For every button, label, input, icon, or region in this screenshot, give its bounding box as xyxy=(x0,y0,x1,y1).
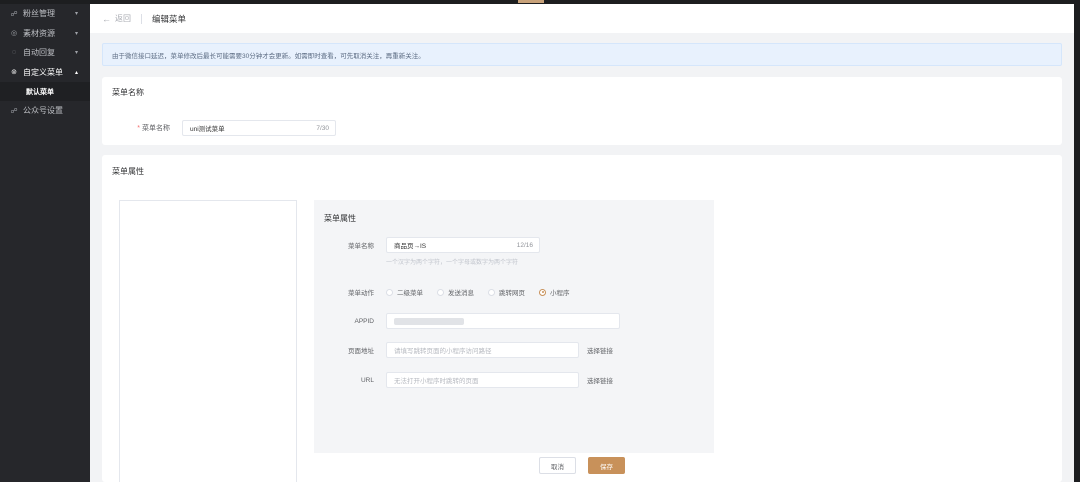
radio-circle xyxy=(386,288,393,296)
panel-title: 菜单属性 xyxy=(324,214,356,223)
input-value: uni测试菜单 xyxy=(190,126,225,133)
radio-mini-program[interactable]: 小程序 xyxy=(539,287,570,297)
page-title: 编辑菜单 xyxy=(152,13,187,24)
sidebar-item-label: 自定义菜单 xyxy=(23,67,63,77)
divider xyxy=(141,13,142,24)
save-button[interactable]: 保存 xyxy=(588,457,625,474)
back-button[interactable]: ← 返回 xyxy=(102,13,131,24)
field-label: 菜单动作 xyxy=(348,290,374,297)
radio-label: 二级菜单 xyxy=(397,290,423,297)
appid-input[interactable] xyxy=(386,313,620,329)
sidebar-item-label: 公众号设置 xyxy=(23,106,63,116)
alert-text: 由于微信接口延迟，菜单修改后最长可能需要30分钟才会更新。如需即时查看，可先取消… xyxy=(112,52,425,60)
radio-circle xyxy=(437,288,444,296)
sidebar-item-custom-menu[interactable]: ⊚ 自定义菜单 ▴ xyxy=(0,63,90,83)
menu-name-card: 菜单名称 * 菜单名称 uni测试菜单 7/30 xyxy=(102,77,1062,145)
chevron-down-icon: ▾ xyxy=(74,30,78,37)
sidebar-item-label: 自动回复 xyxy=(23,48,55,58)
cancel-button[interactable]: 取消 xyxy=(539,457,576,474)
chat-icon: ◌ xyxy=(11,49,17,57)
char-count: 12/16 xyxy=(516,241,533,249)
field-label: URL xyxy=(360,376,374,384)
radio-label: 发送消息 xyxy=(448,290,474,297)
sidebar-item-label: 粉丝管理 xyxy=(23,9,55,19)
redacted-value xyxy=(394,317,464,325)
image-icon: ◎ xyxy=(10,30,18,38)
sidebar-item-account-settings[interactable]: ☍ 公众号设置 xyxy=(0,101,90,121)
required-mark: * xyxy=(137,125,140,132)
sidebar-item-auto-reply[interactable]: ◌ 自动回复 ▾ xyxy=(0,43,90,63)
appid-row: APPID xyxy=(314,313,620,329)
sidebar: ☍ 粉丝管理 ▾ ◎ 素材资源 ▾ ◌ 自动回复 ▾ ⊚ 自定义菜单 ▴ 默认菜… xyxy=(0,4,90,482)
props-panel: 菜单属性 菜单名称 商品页→IS 12/16 一个汉字为两个字符，一个字母或数字… xyxy=(314,200,714,453)
action-row: 菜单动作 二级菜单 发送消息 跳转网页 小程序 xyxy=(314,287,584,297)
field-help: 一个汉字为两个字符，一个字母或数字为两个字符 xyxy=(386,260,519,266)
url-row: URL 无法打开小程序时跳转的页面 选择链接 xyxy=(314,372,613,388)
sidebar-item-materials[interactable]: ◎ 素材资源 ▾ xyxy=(0,24,90,44)
top-bar: ← 返回 编辑菜单 xyxy=(90,4,1074,33)
field-label: 页面地址 xyxy=(348,348,374,355)
radio-open-webpage[interactable]: 跳转网页 xyxy=(488,287,525,297)
field-label: 菜单名称 xyxy=(348,243,374,250)
form-actions: 取消 保存 xyxy=(102,457,1062,474)
field-label: APPID xyxy=(354,317,374,325)
chevron-up-icon: ▴ xyxy=(74,69,78,76)
section-title: 菜单名称 xyxy=(112,88,144,97)
select-link-button[interactable]: 选择链接 xyxy=(587,375,613,385)
url-input[interactable]: 无法打开小程序时跳转的页面 xyxy=(386,372,579,388)
page-path-input[interactable]: 请填写跳转页面的小程序访问路径 xyxy=(386,342,579,358)
sidebar-subitem-default-menu[interactable]: 默认菜单 xyxy=(0,82,90,101)
main-content: ← 返回 编辑菜单 由于微信接口延迟，菜单修改后最长可能需要30分钟才会更新。如… xyxy=(90,4,1074,482)
users-icon: ☍ xyxy=(10,10,18,18)
sidebar-item-fans[interactable]: ☍ 粉丝管理 ▾ xyxy=(0,4,90,24)
arrow-left-icon: ← xyxy=(102,13,111,24)
section-title: 菜单属性 xyxy=(112,167,144,176)
radio-label: 小程序 xyxy=(550,290,570,297)
input-placeholder: 无法打开小程序时跳转的页面 xyxy=(394,378,479,385)
item-name-row: 菜单名称 商品页→IS 12/16 xyxy=(314,237,540,253)
radio-circle xyxy=(488,288,495,296)
back-label: 返回 xyxy=(115,14,131,23)
input-value: 商品页→IS xyxy=(394,243,427,250)
select-link-button[interactable]: 选择链接 xyxy=(587,345,613,355)
field-label: * 菜单名称 xyxy=(137,125,170,132)
window-top-accent xyxy=(518,0,544,3)
chevron-down-icon: ▾ xyxy=(74,50,78,57)
radio-submenu[interactable]: 二级菜单 xyxy=(386,287,423,297)
window-right-edge xyxy=(1074,0,1080,482)
sidebar-item-label: 素材资源 xyxy=(23,28,55,38)
info-alert: 由于微信接口延迟，菜单修改后最长可能需要30分钟才会更新。如需即时查看，可先取消… xyxy=(102,43,1062,66)
radio-label: 跳转网页 xyxy=(499,290,525,297)
menu-name-row: * 菜单名称 uni测试菜单 7/30 xyxy=(118,120,336,136)
item-name-input[interactable]: 商品页→IS 12/16 xyxy=(386,237,540,253)
char-count: 7/30 xyxy=(316,124,329,132)
menu-name-input[interactable]: uni测试菜单 7/30 xyxy=(182,120,336,136)
settings-icon: ☍ xyxy=(10,107,18,115)
radio-send-message[interactable]: 发送消息 xyxy=(437,287,474,297)
input-placeholder: 请填写跳转页面的小程序访问路径 xyxy=(394,348,492,355)
menu-icon: ⊚ xyxy=(11,69,17,77)
phone-menu-preview[interactable] xyxy=(119,200,297,482)
radio-circle-checked xyxy=(539,288,546,296)
chevron-down-icon: ▾ xyxy=(74,11,78,18)
menu-props-card: 菜单属性 菜单属性 菜单名称 商品页→IS 12/16 一个汉字为两个字符，一个… xyxy=(102,155,1062,482)
page-path-row: 页面地址 请填写跳转页面的小程序访问路径 选择链接 xyxy=(314,342,613,358)
